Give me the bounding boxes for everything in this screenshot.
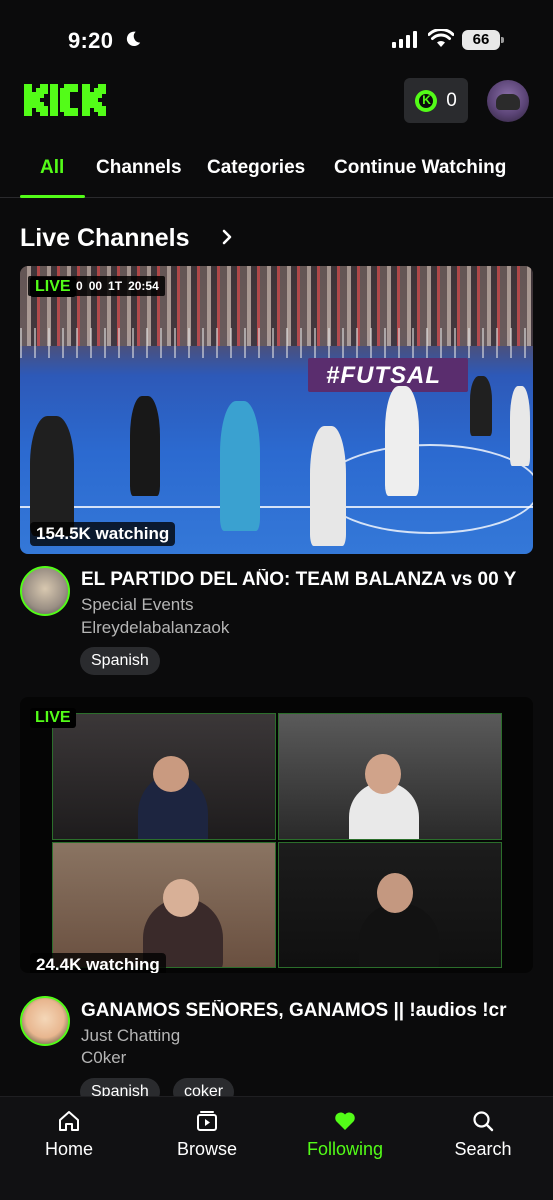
nav-search[interactable]: Search xyxy=(428,1109,538,1160)
kick-logo[interactable] xyxy=(24,82,118,118)
nav-search-label: Search xyxy=(454,1139,512,1159)
moon-icon xyxy=(126,31,141,47)
section-title[interactable]: Live Channels xyxy=(20,224,190,253)
nav-following[interactable]: Following xyxy=(290,1109,400,1160)
cellular-signal-icon xyxy=(392,31,417,48)
thumbnail-player xyxy=(220,401,260,531)
camera-feed xyxy=(52,713,276,840)
tag-chip[interactable]: Spanish xyxy=(80,647,160,675)
profile-avatar[interactable] xyxy=(487,80,529,122)
thumbnail-player xyxy=(510,386,530,466)
channel-avatar[interactable] xyxy=(20,566,70,616)
nav-home[interactable]: Home xyxy=(14,1109,124,1160)
status-bar: 9:20 66 xyxy=(0,0,553,70)
stream-title[interactable]: EL PARTIDO DEL AÑO: TEAM BALANZA vs 00 Y xyxy=(81,569,553,591)
chevron-right-icon[interactable] xyxy=(220,229,234,245)
live-badge: LIVE xyxy=(30,277,76,297)
streamer-figure xyxy=(359,903,439,967)
streamer-head xyxy=(365,754,401,794)
thumbnail-player xyxy=(30,416,74,536)
search-icon xyxy=(473,1111,494,1132)
score-period: 1T xyxy=(108,279,123,293)
tab-channels[interactable]: Channels xyxy=(96,157,182,179)
streamer-head xyxy=(163,879,199,917)
channel-name[interactable]: Elreydelabalanzaok xyxy=(81,618,229,638)
camera-feed xyxy=(278,713,502,840)
thumbnail-banner: #FUTSAL xyxy=(308,358,468,392)
thumbnail-player xyxy=(470,376,492,436)
status-time: 9:20 xyxy=(68,28,114,53)
kick-coin-icon xyxy=(415,89,438,112)
tab-categories[interactable]: Categories xyxy=(207,157,305,179)
nav-browse-label: Browse xyxy=(176,1139,238,1159)
live-badge: LIVE xyxy=(30,708,76,728)
stream-category[interactable]: Just Chatting xyxy=(81,1026,180,1046)
nav-following-label: Following xyxy=(306,1139,384,1159)
score-clock: 20:54 xyxy=(128,279,159,293)
stream-category[interactable]: Special Events xyxy=(81,595,193,615)
home-icon xyxy=(59,1111,79,1131)
streamer-head xyxy=(153,756,189,792)
camera-feed xyxy=(278,842,502,968)
score-away: 00 xyxy=(88,279,103,293)
active-tab-indicator xyxy=(20,195,85,198)
camera-feed xyxy=(52,842,276,968)
battery-indicator: 66 xyxy=(462,30,504,50)
channel-avatar[interactable] xyxy=(20,996,70,1046)
channel-name[interactable]: C0ker xyxy=(81,1048,126,1068)
browse-icon xyxy=(197,1111,217,1131)
wifi-icon xyxy=(428,29,454,47)
thumbnail-player xyxy=(130,396,160,496)
thumbnail-fence xyxy=(20,328,533,358)
thumbnail-player xyxy=(385,386,419,496)
tab-all[interactable]: All xyxy=(40,157,64,179)
stream-thumbnail[interactable]: #FUTSAL 0 00 1T 20:54 LIVE 154.5K watchi… xyxy=(20,266,533,554)
viewer-count: 154.5K watching xyxy=(30,522,176,546)
coin-count: 0 xyxy=(446,89,457,111)
heart-icon xyxy=(335,1112,355,1130)
banner-text: #FUTSAL xyxy=(326,362,441,389)
nav-home-label: Home xyxy=(44,1139,93,1159)
app-header: 0 xyxy=(0,70,553,140)
nav-browse[interactable]: Browse xyxy=(152,1109,262,1160)
filter-tabs: All Channels Categories Continue Watchin… xyxy=(0,140,553,198)
bottom-navigation: Home Browse Following Search xyxy=(0,1096,553,1200)
thumbnail-player xyxy=(310,426,346,546)
streamer-head xyxy=(377,873,413,913)
stream-title[interactable]: GANAMOS SEÑORES, GANAMOS || !audios !cr xyxy=(81,1000,553,1022)
tab-continue-watching[interactable]: Continue Watching xyxy=(334,157,506,179)
score-home: 0 xyxy=(76,279,83,293)
stream-thumbnail[interactable]: LIVE 24.4K watching xyxy=(20,697,533,973)
kicks-balance-button[interactable]: 0 xyxy=(404,78,468,123)
viewer-count: 24.4K watching xyxy=(30,953,166,973)
